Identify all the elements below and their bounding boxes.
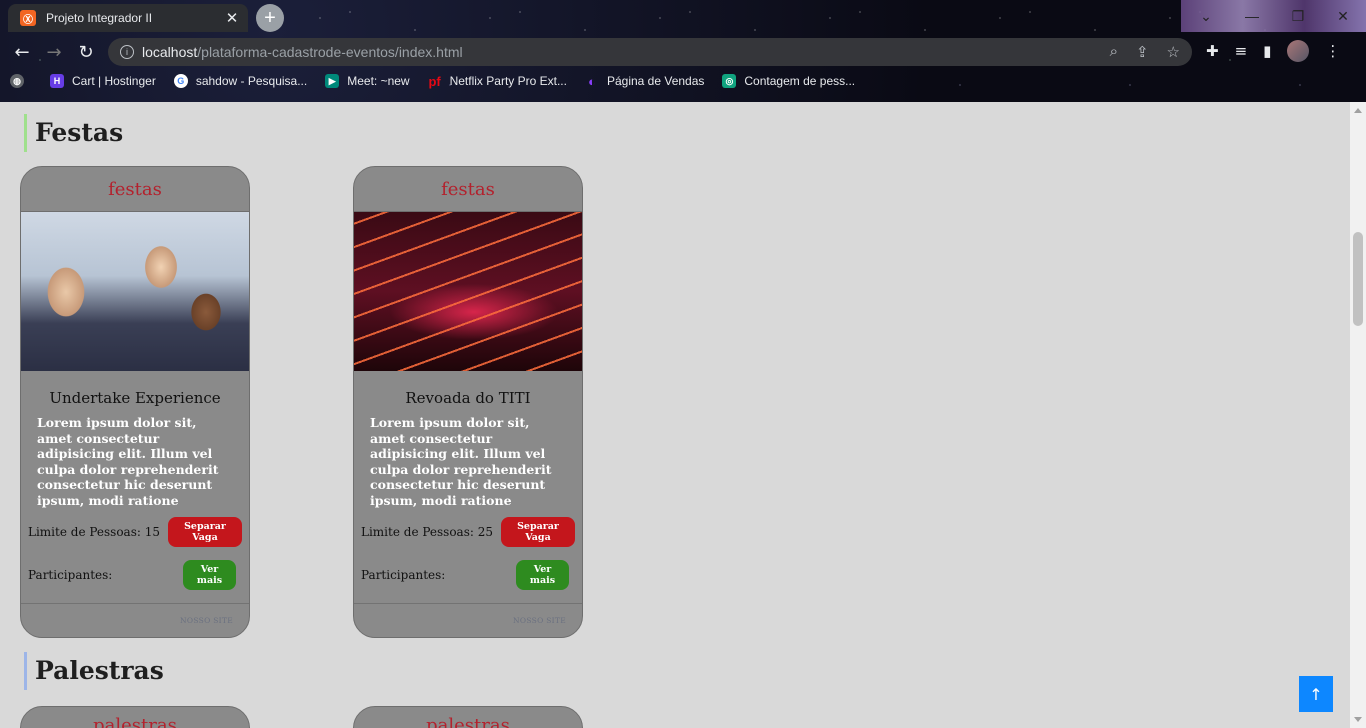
pf-icon: pf — [428, 73, 441, 89]
bookmark-label: Contagem de pess... — [744, 74, 856, 88]
google-icon: G — [173, 74, 188, 88]
tab-title: Projeto Integrador II — [46, 11, 153, 25]
apps-globe-icon[interactable]: ◍ — [10, 74, 32, 88]
reserve-spot-button[interactable]: Separar Vaga — [501, 517, 575, 547]
event-image — [21, 211, 249, 371]
chrome-menu-icon[interactable]: ⋮ — [1325, 42, 1340, 60]
bookmark-item[interactable]: H Cart | Hostinger — [50, 74, 156, 88]
back-arrow-icon[interactable]: ← — [10, 40, 34, 64]
bookmark-item[interactable]: ◎ Contagem de pess... — [722, 74, 855, 88]
section-title-festas: Festas — [24, 114, 123, 152]
meet-icon: ▶ — [325, 74, 340, 88]
bookmark-item[interactable]: Gsahdow - Pesquisa... — [173, 74, 308, 88]
limit-label: Limite de Pessoas: 15 — [28, 525, 160, 539]
page-content: Festas festas Undertake Experience Lorem… — [0, 102, 1350, 728]
bookmark-item[interactable]: pf Netflix Party Pro Ext... — [428, 73, 567, 89]
back-to-top-button[interactable]: ↑ — [1299, 676, 1333, 712]
page-scrollbar[interactable] — [1350, 102, 1366, 728]
scroll-down-icon[interactable] — [1354, 717, 1362, 722]
bookmark-label: Cart | Hostinger — [72, 74, 156, 88]
event-description: Lorem ipsum dolor sit, amet consectetur … — [370, 415, 552, 509]
our-site-link[interactable]: NOSSO SITE — [513, 616, 566, 625]
bookmark-label: Meet: ~new — [347, 74, 410, 88]
site-info-icon[interactable]: i — [120, 45, 134, 59]
side-panel-icon[interactable]: ▮ — [1263, 42, 1271, 60]
see-more-button[interactable]: Ver mais — [516, 560, 569, 590]
event-image — [354, 211, 582, 371]
see-more-button[interactable]: Ver mais — [183, 560, 236, 590]
arrow-up-icon: ↑ — [1309, 684, 1323, 704]
card-category: palestras — [93, 715, 177, 728]
url-path: /plataforma-cadastrode-eventos/index.htm… — [197, 44, 463, 60]
minimize-button[interactable]: — — [1229, 0, 1275, 32]
bookmark-label: sahdow - Pesquisa... — [195, 74, 308, 88]
event-card-partial: palestras — [353, 706, 583, 728]
tab-search-icon[interactable]: ⌄ — [1183, 0, 1229, 32]
event-description: Lorem ipsum dolor sit, amet consectetur … — [37, 415, 219, 509]
our-site-link[interactable]: NOSSO SITE — [180, 616, 233, 625]
section-title-palestras: Palestras — [24, 652, 164, 690]
close-window-button[interactable]: ✕ — [1320, 0, 1366, 32]
participants-label: Participantes: — [361, 568, 446, 582]
event-card: festas Revoada do TITI Lorem ipsum dolor… — [353, 166, 583, 638]
xampp-icon: Ⓧ — [20, 10, 36, 26]
zoom-icon[interactable]: ⌕ — [1110, 43, 1118, 61]
bookmark-label: Netflix Party Pro Ext... — [449, 74, 567, 88]
bookmarks-bar: ◍ H Cart | Hostinger Gsahdow - Pesquisa..… — [10, 73, 873, 89]
event-name: Revoada do TITI — [405, 389, 531, 407]
limit-label: Limite de Pessoas: 25 — [361, 525, 493, 539]
reload-icon[interactable]: ↻ — [74, 40, 98, 64]
event-card-partial: palestras — [20, 706, 250, 728]
bookmark-item[interactable]: ▶ Meet: ~new — [325, 74, 410, 88]
restore-button[interactable]: ❐ — [1275, 0, 1321, 32]
participants-label: Participantes: — [28, 568, 113, 582]
new-tab-button[interactable]: + — [256, 4, 284, 32]
scroll-up-icon[interactable] — [1354, 108, 1362, 113]
media-control-icon[interactable]: ≡ — [1235, 42, 1248, 60]
openai-icon: ◎ — [722, 74, 737, 88]
browser-chrome: Ⓧ Projeto Integrador II ✕ + ⌄ — ❐ ✕ ← → … — [0, 0, 1366, 102]
scroll-thumb[interactable] — [1353, 232, 1363, 326]
card-category: festas — [108, 178, 162, 200]
close-tab-icon[interactable]: ✕ — [224, 9, 240, 27]
profile-avatar[interactable] — [1287, 40, 1310, 62]
forward-arrow-icon[interactable]: → — [42, 40, 66, 64]
browser-tab[interactable]: Ⓧ Projeto Integrador II ✕ — [8, 4, 248, 32]
event-name: Undertake Experience — [49, 389, 221, 407]
card-category: festas — [441, 178, 495, 200]
hostinger-icon: H — [50, 74, 64, 88]
url-host: localhost — [142, 44, 198, 60]
circle-icon: ◐ — [588, 73, 596, 89]
card-category: palestras — [426, 715, 510, 728]
bookmark-label: Página de Vendas — [606, 74, 705, 88]
bookmark-item[interactable]: ◐ Página de Vendas — [585, 73, 705, 89]
extensions-puzzle-icon[interactable]: ✚ — [1206, 42, 1219, 60]
event-card: festas Undertake Experience Lorem ipsum … — [20, 166, 250, 638]
share-icon[interactable]: ⇪ — [1136, 43, 1149, 61]
address-bar[interactable]: i localhost /plataforma-cadastrode-event… — [108, 38, 1192, 66]
reserve-spot-button[interactable]: Separar Vaga — [168, 517, 242, 547]
bookmark-star-icon[interactable]: ☆ — [1167, 43, 1180, 61]
